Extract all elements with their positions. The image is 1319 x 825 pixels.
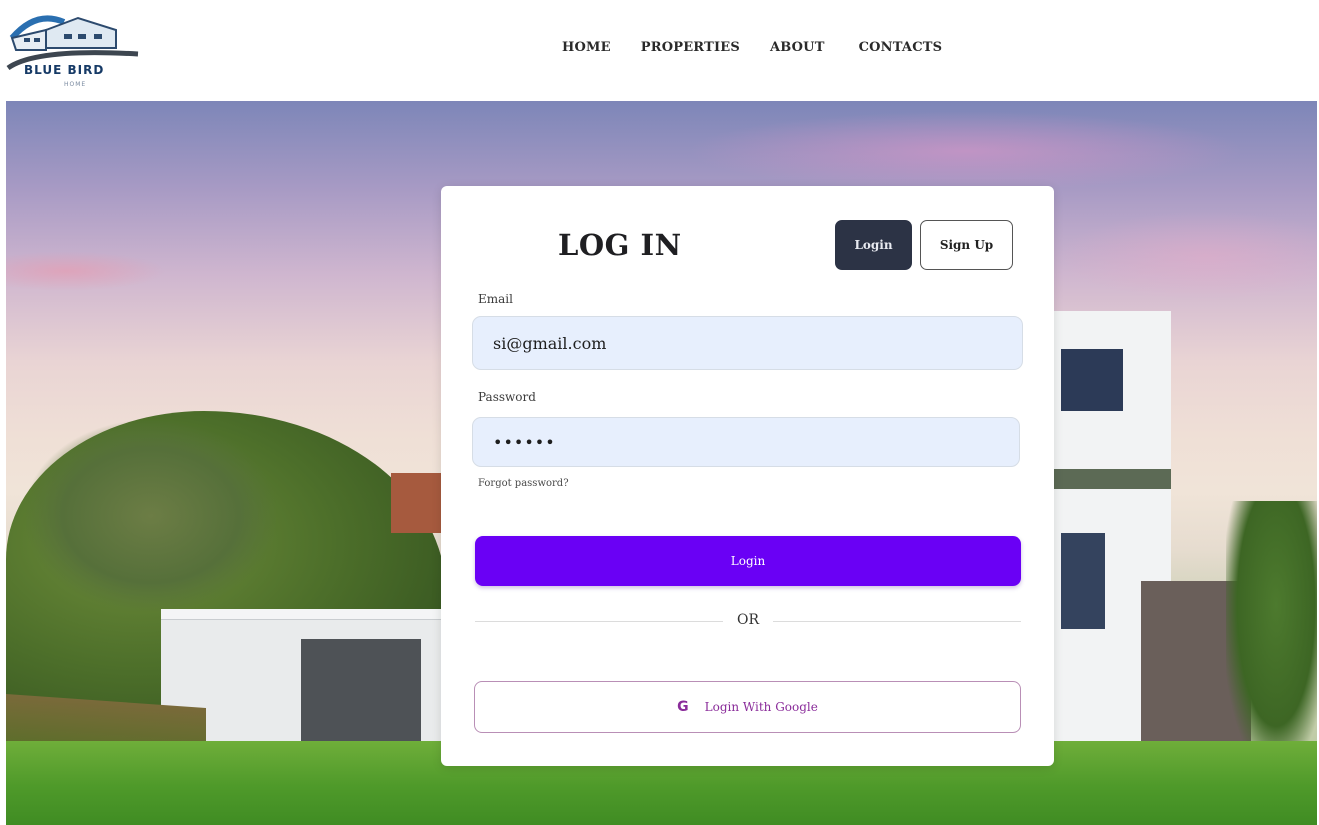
house-window bbox=[1061, 533, 1105, 629]
nav-about[interactable]: ABOUT bbox=[770, 40, 825, 55]
password-label: Password bbox=[478, 390, 536, 404]
nav-home[interactable]: HOME bbox=[562, 40, 611, 55]
google-login-label: Login With Google bbox=[704, 700, 818, 714]
divider-label: OR bbox=[737, 612, 760, 628]
nav-properties[interactable]: PROPERTIES bbox=[641, 40, 740, 55]
page-title: LOG IN bbox=[558, 228, 682, 262]
site-header: BLUE BIRD HOME HOME PROPERTIES ABOUT CON… bbox=[0, 0, 1319, 100]
password-field[interactable] bbox=[472, 417, 1020, 467]
house-window bbox=[1061, 349, 1123, 411]
brand-name: BLUE BIRD bbox=[24, 63, 105, 77]
brand-logo[interactable]: BLUE BIRD HOME bbox=[6, 8, 142, 92]
divider bbox=[773, 621, 1021, 622]
sky-cloud bbox=[1056, 211, 1317, 301]
divider bbox=[475, 621, 723, 622]
sky-cloud bbox=[6, 251, 166, 291]
main-nav: HOME PROPERTIES ABOUT CONTACTS bbox=[562, 40, 976, 55]
shed-roof bbox=[161, 609, 441, 620]
tree bbox=[1226, 501, 1317, 761]
sky-cloud bbox=[686, 111, 1246, 191]
nav-contacts[interactable]: CONTACTS bbox=[859, 40, 943, 55]
forgot-password-link[interactable]: Forgot password? bbox=[478, 478, 569, 489]
house-logo-icon bbox=[6, 15, 139, 71]
google-login-button[interactable]: G Login With Google bbox=[474, 681, 1021, 733]
house-balcony bbox=[1051, 469, 1171, 489]
email-field[interactable] bbox=[472, 316, 1023, 370]
tab-signup[interactable]: Sign Up bbox=[920, 220, 1013, 270]
tab-login[interactable]: Login bbox=[835, 220, 912, 270]
tree bbox=[26, 421, 276, 611]
email-label: Email bbox=[478, 292, 513, 306]
login-submit-button[interactable]: Login bbox=[475, 536, 1021, 586]
login-card: LOG IN Login Sign Up Email Password Forg… bbox=[441, 186, 1054, 766]
brand-tagline: HOME bbox=[64, 81, 87, 88]
google-icon: G bbox=[677, 699, 689, 715]
